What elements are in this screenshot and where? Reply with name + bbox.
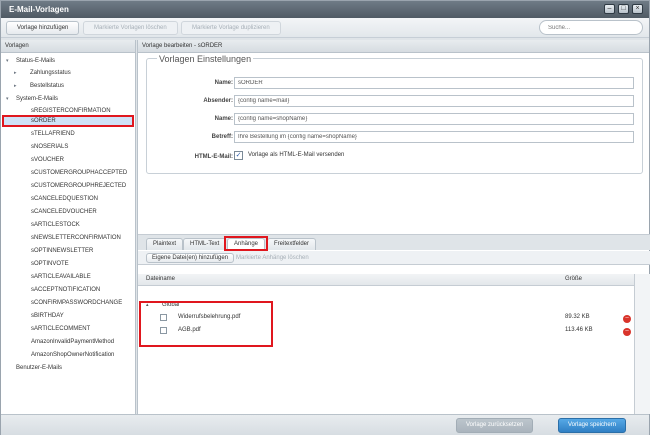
expand-arrow-icon[interactable]: ▸	[14, 83, 17, 89]
delete-attachment-icon[interactable]: –	[623, 328, 631, 336]
templates-panel: Vorlagen ▾ Status-E-Mails ▸ Zahlungsstat…	[1, 40, 136, 414]
reset-template-button[interactable]: Vorlage zurücksetzen	[456, 418, 534, 433]
window-controls: – □ ×	[604, 4, 643, 14]
column-size[interactable]: Größe	[565, 274, 582, 285]
sender-field[interactable]	[234, 95, 634, 107]
tree-item-system-emails[interactable]: System-E-Mails	[16, 94, 58, 104]
editor-tabs: Plaintext HTML-Text Anhänge Freitextfeld…	[138, 234, 650, 250]
tree-item-articleavailable[interactable]: sARTICLEAVAILABLE	[31, 272, 91, 282]
tree-item-optinnewsletter[interactable]: sOPTINNEWSLETTER	[31, 246, 93, 256]
delete-attachment-icon[interactable]: –	[623, 315, 631, 323]
template-editor: Vorlage bearbeiten - sORDER Vorlagen Ein…	[137, 40, 650, 414]
close-icon[interactable]: ×	[632, 4, 643, 14]
tree-item-order[interactable]: sORDER	[31, 116, 56, 126]
minimize-icon[interactable]: –	[604, 4, 615, 14]
maximize-icon[interactable]: □	[618, 4, 629, 14]
collapse-arrow-icon[interactable]: ▾	[6, 58, 9, 64]
name-label: Name:	[214, 80, 233, 86]
attachment-size: 89.32 KB	[565, 314, 590, 320]
sender-name-field[interactable]	[234, 113, 634, 125]
selected-template-highlight	[2, 115, 134, 127]
html-email-label: HTML-E-Mail:	[194, 154, 233, 160]
attachments-toolbar: Eigene Datei(en) hinzufügen Markierte An…	[138, 251, 650, 265]
tree-item-user-emails[interactable]: Benutzer-E-Mails	[16, 363, 62, 373]
tree-item-tellafriend[interactable]: sTELLAFRIEND	[31, 129, 75, 139]
tree-item-voucher[interactable]: sVOUCHER	[31, 155, 64, 165]
tree-item-canceledquestion[interactable]: sCANCELEDQUESTION	[31, 194, 98, 204]
tree-item-customergroup-accepted[interactable]: sCUSTOMERGROUPHACCEPTED	[31, 168, 127, 178]
tree-item-customergroup-rejected[interactable]: sCUSTOMERGROUPHREJECTED	[31, 181, 126, 191]
expand-arrow-icon[interactable]: ▸	[14, 70, 17, 76]
tree-item-amazon-invalid-payment[interactable]: AmazonInvalidPaymentMethod	[31, 337, 114, 347]
attachments-highlight	[139, 301, 273, 347]
tree-item-birthday[interactable]: sBIRTHDAY	[31, 311, 64, 321]
subject-label: Betreff:	[211, 134, 233, 140]
attachment-size: 113.46 KB	[565, 327, 593, 333]
delete-templates-button[interactable]: Markierte Vorlagen löschen	[83, 21, 178, 35]
tree-item-status-emails[interactable]: Status-E-Mails	[16, 56, 55, 66]
tab-html-text[interactable]: HTML-Text	[183, 238, 227, 250]
tree-item-newsletterconfirmation[interactable]: sNEWSLETTERCONFIRMATION	[31, 233, 121, 243]
editor-header: Vorlage bearbeiten - sORDER	[138, 40, 649, 53]
search-input[interactable]	[539, 20, 643, 35]
attachments-grid-header: Dateiname Größe	[138, 274, 634, 286]
tree-item-articlecomment[interactable]: sARTICLECOMMENT	[31, 324, 90, 334]
tree-item-amazon-shop-owner[interactable]: AmazonShopOwnerNotification	[31, 350, 114, 360]
footer-bar: Vorlage zurücksetzen Vorlage speichern	[1, 414, 649, 435]
column-filename[interactable]: Dateiname	[146, 274, 175, 285]
subject-field[interactable]	[234, 131, 634, 143]
tab-free-text-fields[interactable]: Freitextfelder	[267, 238, 317, 250]
html-email-checkbox-label: Vorlage als HTML-E-Mail versenden	[248, 152, 345, 158]
tree-item-articlestock[interactable]: sARTICLESTOCK	[31, 220, 80, 230]
html-email-checkbox[interactable]: ✓	[234, 151, 243, 160]
sender-name-label: Name:	[214, 116, 233, 122]
email-templates-window: E-Mail-Vorlagen – □ × Vorlage hinzufügen…	[0, 0, 650, 435]
duplicate-template-button[interactable]: Markierte Vorlage duplizieren	[181, 21, 281, 35]
save-template-button[interactable]: Vorlage speichern	[558, 418, 627, 433]
sender-label: Absender:	[203, 98, 233, 104]
window-title: E-Mail-Vorlagen	[9, 5, 69, 14]
tree-item-acceptnotification[interactable]: sACCEPTNOTIFICATION	[31, 285, 100, 295]
grid-scrollbar[interactable]	[634, 274, 650, 414]
tree-item-optinvote[interactable]: sOPTINVOTE	[31, 259, 69, 269]
tab-plaintext[interactable]: Plaintext	[146, 238, 184, 250]
tree-item-order-status[interactable]: Bestellstatus	[30, 81, 64, 91]
templates-panel-header: Vorlagen	[1, 40, 135, 53]
window-titlebar[interactable]: E-Mail-Vorlagen – □ ×	[1, 1, 649, 18]
collapse-arrow-icon[interactable]: ▾	[6, 96, 9, 102]
tree-item-canceledvoucher[interactable]: sCANCELEDVOUCHER	[31, 207, 97, 217]
delete-attachments-button[interactable]: Markierte Anhänge löschen	[230, 253, 315, 263]
add-template-button[interactable]: Vorlage hinzufügen	[6, 21, 80, 35]
attachments-tab-highlight	[224, 236, 268, 251]
fieldset-title: Vorlagen Einstellungen	[157, 54, 254, 64]
main-toolbar: Vorlage hinzufügen Markierte Vorlagen lö…	[1, 18, 649, 38]
tree-item-noserials[interactable]: sNOSERIALS	[31, 142, 68, 152]
tree-item-payment-status[interactable]: Zahlungsstatus	[30, 68, 71, 78]
template-settings-fieldset: Vorlagen Einstellungen Name: Absender: N…	[146, 54, 643, 174]
add-files-button[interactable]: Eigene Datei(en) hinzufügen	[146, 253, 235, 263]
tree-item-confirmpasswordchange[interactable]: sCONFIRMPASSWORDCHANGE	[31, 298, 122, 308]
name-field[interactable]	[234, 77, 634, 89]
